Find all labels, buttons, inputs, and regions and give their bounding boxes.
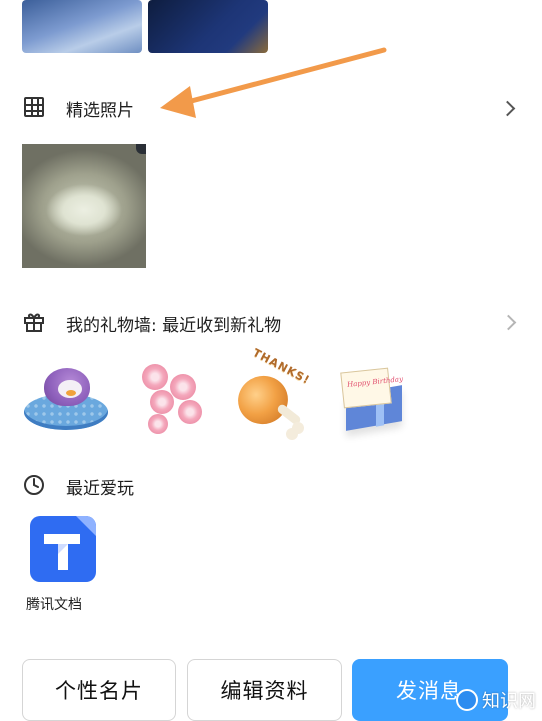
app-label[interactable]: 腾讯文档 bbox=[26, 594, 82, 614]
drumstick-thanks-gift[interactable]: THANKS! bbox=[231, 346, 324, 440]
birthday-card-gift[interactable]: Happy Birthday bbox=[328, 360, 420, 440]
watermark-logo-icon bbox=[456, 689, 478, 711]
cherry-blossom-gift[interactable] bbox=[128, 358, 220, 438]
edit-profile-button[interactable]: 编辑资料 bbox=[187, 659, 342, 721]
recent-play-title: 最近爱玩 bbox=[66, 479, 134, 499]
penguin-float-gift[interactable] bbox=[20, 356, 112, 436]
tencent-docs-icon[interactable] bbox=[30, 516, 96, 582]
featured-photo-rice[interactable] bbox=[22, 144, 146, 268]
business-card-button[interactable]: 个性名片 bbox=[22, 659, 176, 721]
gift-wall-title[interactable]: 我的礼物墙: 最近收到新礼物 bbox=[66, 311, 281, 336]
clock-icon bbox=[24, 475, 44, 495]
watermark: 知识网 bbox=[456, 687, 536, 713]
gift-icon bbox=[24, 313, 44, 332]
watermark-text: 知识网 bbox=[482, 691, 536, 712]
